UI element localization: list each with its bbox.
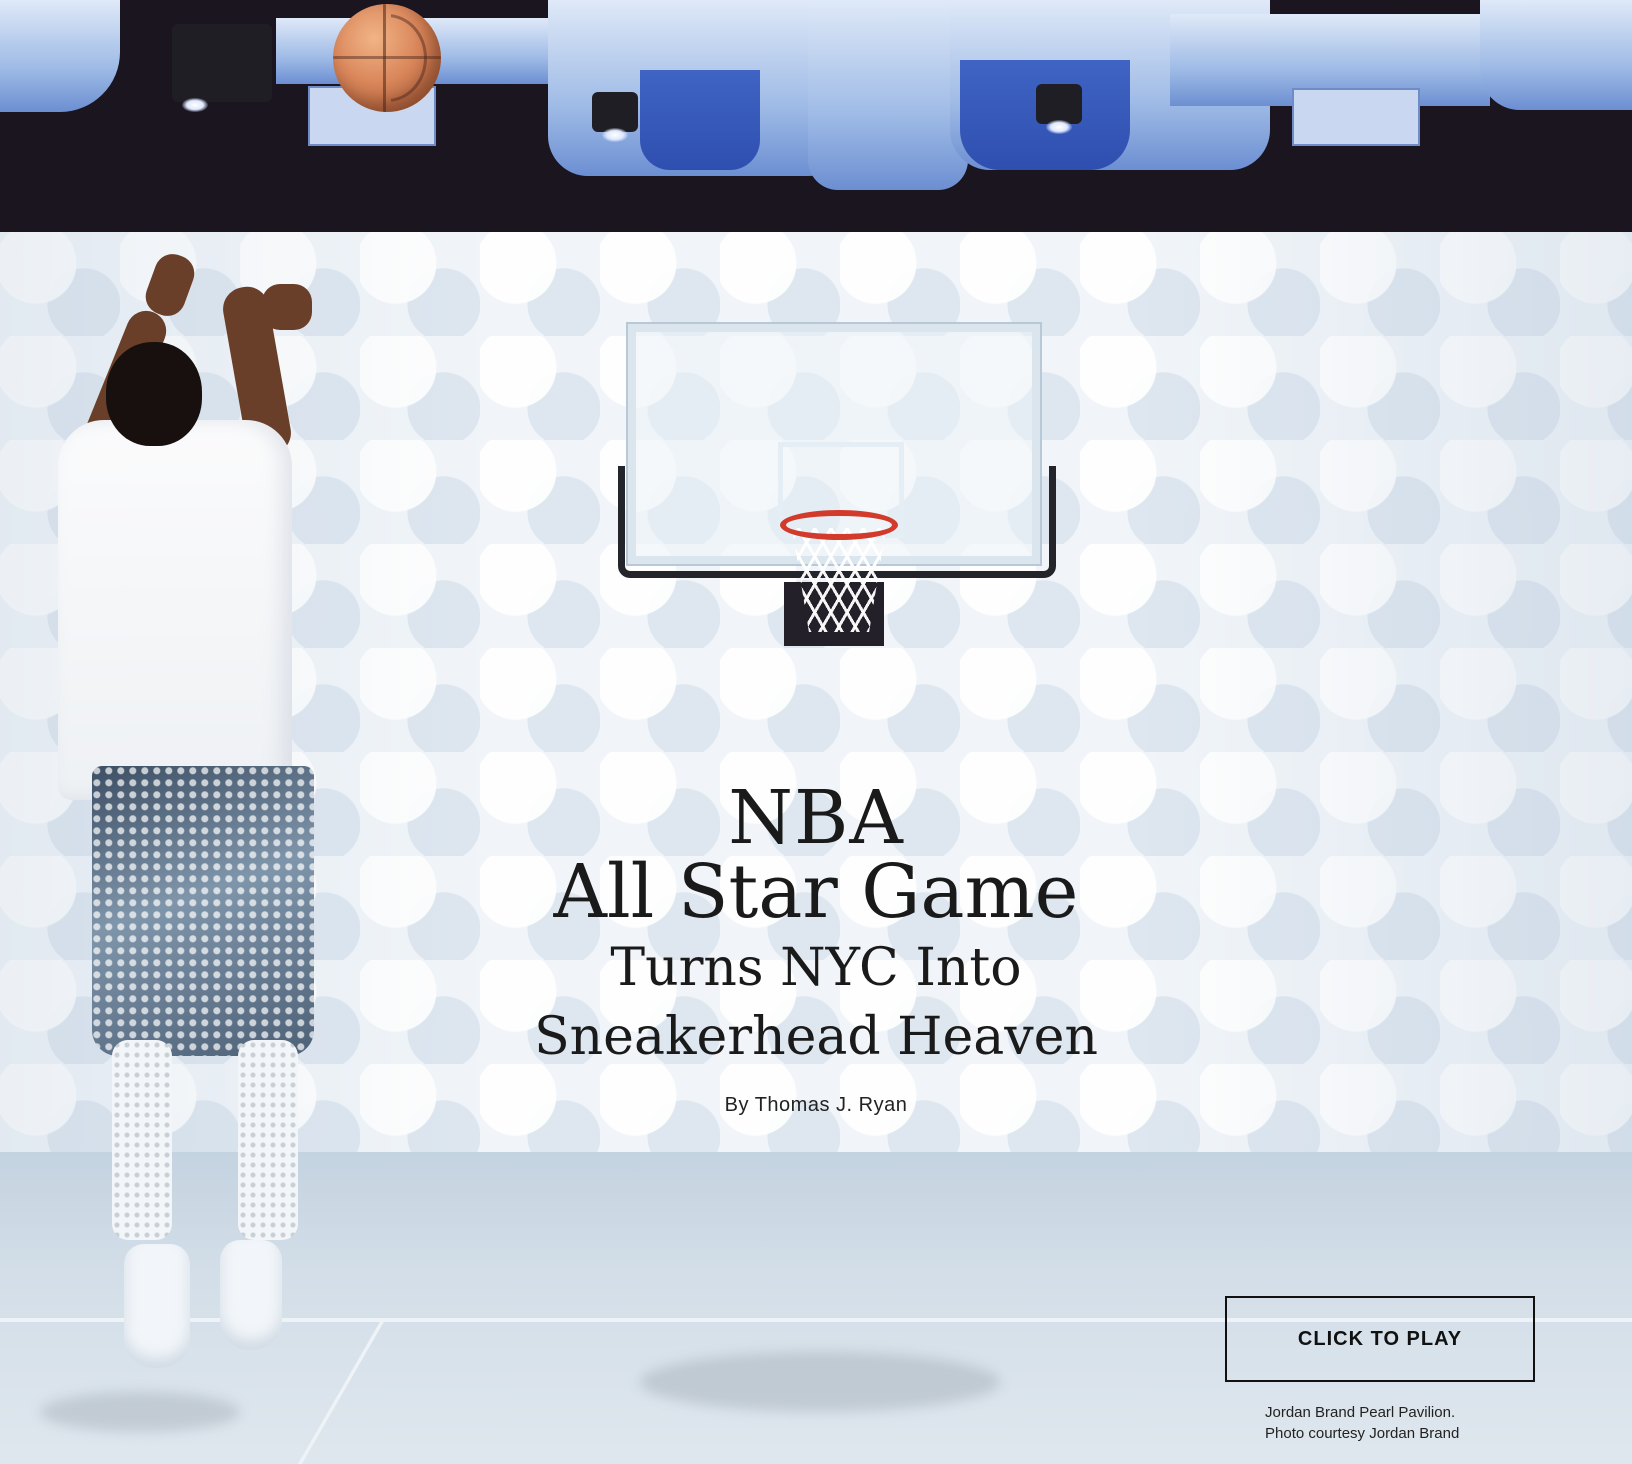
- ceiling-light: [172, 24, 272, 112]
- ceiling-duct: [0, 0, 120, 112]
- article-headline: NBA All Star Game Turns NYC Into Sneaker…: [466, 780, 1166, 1117]
- hoop-rim: [780, 510, 898, 540]
- headline-line-2: All Star Game: [553, 849, 1079, 935]
- ceiling-duct: [640, 70, 760, 170]
- photo-caption: Jordan Brand Pearl Pavilion. Photo court…: [1265, 1402, 1459, 1444]
- ceiling-duct: [808, 0, 968, 190]
- headline-line-1: NBA: [728, 775, 904, 861]
- ceiling-vent: [1292, 88, 1420, 146]
- headline-line-4: Sneakerhead Heaven: [534, 1007, 1098, 1067]
- caption-line-2: Photo courtesy Jordan Brand: [1265, 1425, 1460, 1442]
- byline: By Thomas J. Ryan: [724, 1094, 908, 1116]
- ceiling-light: [1036, 84, 1082, 134]
- ceiling-duct: [1480, 0, 1632, 110]
- click-to-play-button[interactable]: CLICK TO PLAY: [1225, 1296, 1535, 1382]
- ceiling-light: [592, 92, 638, 142]
- basketball-icon: [333, 4, 441, 112]
- ceiling: [0, 0, 1632, 232]
- headline-line-3: Turns NYC Into: [610, 938, 1022, 998]
- caption-line-1: Jordan Brand Pearl Pavilion.: [1265, 1404, 1456, 1421]
- hero-photo: NBA All Star Game Turns NYC Into Sneaker…: [0, 0, 1632, 1464]
